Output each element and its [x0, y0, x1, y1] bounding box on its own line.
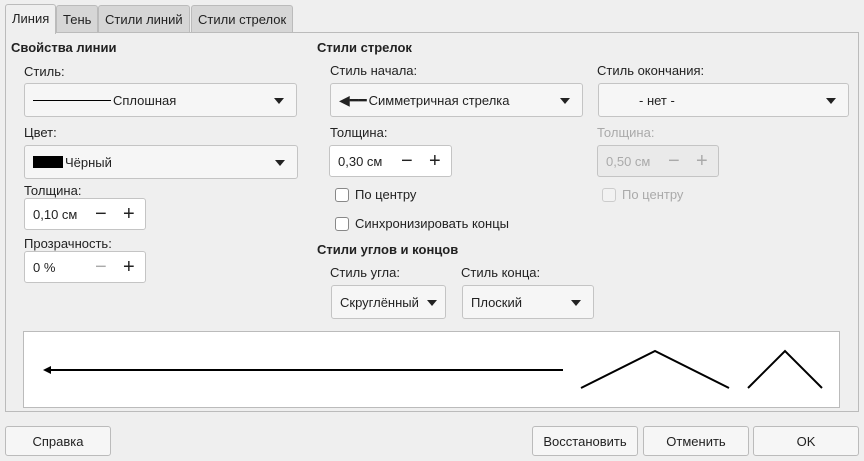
start-style-dropdown[interactable]: ◀━━ Симметричная стрелка [330, 83, 583, 117]
end-style-label: Стиль окончания: [597, 63, 705, 78]
checkbox-box[interactable] [335, 216, 349, 231]
minus-icon[interactable]: − [401, 150, 413, 172]
reset-button[interactable]: Восстановить [532, 426, 638, 456]
end-style-value: - нет - [639, 92, 675, 108]
start-style-label: Стиль начала: [330, 63, 418, 78]
plus-icon: + [696, 150, 708, 172]
color-value: Чёрный [65, 154, 112, 170]
plus-icon[interactable]: + [429, 150, 441, 172]
width-label: Толщина: [24, 183, 82, 198]
sync-ends-label: Синхронизировать концы [355, 216, 509, 231]
color-dropdown[interactable]: Чёрный [24, 145, 298, 179]
arrow-left-icon: ◀━━ [339, 91, 367, 108]
color-swatch [33, 156, 63, 168]
cancel-button[interactable]: Отменить [643, 426, 749, 456]
line-preview [23, 331, 840, 408]
corner-style-value: Скруглённый [340, 294, 419, 310]
help-button[interactable]: Справка [5, 426, 111, 456]
cap-style-value: Плоский [471, 294, 523, 310]
chevron-down-icon [274, 98, 284, 104]
end-center-checkbox: По центру [602, 187, 683, 202]
chevron-down-icon [826, 98, 836, 104]
line-sample-icon [33, 99, 111, 101]
start-width-value[interactable]: 0,30 см [338, 154, 382, 169]
line-width-stepper[interactable]: 0,10 см − + [24, 198, 146, 230]
chevron-down-icon [427, 300, 437, 306]
corner-style-label: Стиль угла: [330, 265, 400, 280]
checkbox-box[interactable] [335, 187, 349, 202]
line-style-dropdown[interactable]: Сплошная [24, 83, 297, 117]
end-style-dropdown[interactable]: - нет - [598, 83, 849, 117]
tab-line[interactable]: Линия [5, 4, 57, 34]
style-label: Стиль: [24, 64, 65, 79]
start-center-checkbox[interactable]: По центру [335, 187, 416, 202]
chevron-down-icon [560, 98, 570, 104]
tab-arrow-styles[interactable]: Стили стрелок [191, 5, 294, 33]
end-width-label: Толщина: [597, 125, 655, 140]
cap-style-label: Стиль конца: [461, 265, 541, 280]
end-width-value: 0,50 см [606, 153, 651, 169]
tab-shadow[interactable]: Тень [56, 5, 99, 33]
start-center-label: По центру [355, 187, 417, 202]
transparency-label: Прозрачность: [24, 236, 112, 251]
end-center-label: По центру [622, 187, 684, 202]
line-width-value[interactable]: 0,10 см [33, 207, 77, 222]
start-width-stepper[interactable]: 0,30 см − + [329, 145, 452, 177]
checkbox-box [602, 187, 616, 202]
line-style-value: Сплошная [113, 92, 177, 108]
transparency-value[interactable]: 0 % [33, 260, 55, 275]
plus-icon[interactable]: + [123, 256, 135, 278]
arrow-styles-heading: Стили стрелок [317, 40, 412, 55]
color-label: Цвет: [24, 125, 57, 140]
chevron-down-icon [571, 300, 581, 306]
cap-style-dropdown[interactable]: Плоский [462, 285, 594, 319]
plus-icon[interactable]: + [123, 203, 135, 225]
ok-button[interactable]: OK [753, 426, 859, 456]
transparency-stepper[interactable]: 0 % − + [24, 251, 146, 283]
minus-icon[interactable]: − [95, 203, 107, 225]
start-style-value: Симметричная стрелка [368, 92, 510, 108]
minus-icon: − [668, 150, 680, 172]
minus-icon: − [95, 256, 107, 278]
start-width-label: Толщина: [330, 125, 388, 140]
chevron-down-icon [275, 160, 285, 166]
corner-style-dropdown[interactable]: Скруглённый [331, 285, 446, 319]
sync-ends-checkbox[interactable]: Синхронизировать концы [335, 216, 509, 231]
end-width-stepper: 0,50 см − + [597, 145, 719, 177]
line-properties-heading: Свойства линии [11, 40, 117, 55]
corner-styles-heading: Стили углов и концов [317, 242, 459, 257]
tab-line-styles[interactable]: Стили линий [98, 5, 190, 33]
